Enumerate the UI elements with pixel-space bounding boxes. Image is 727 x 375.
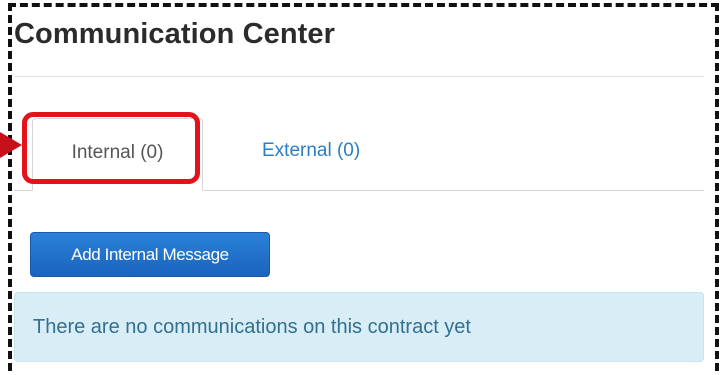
callout-arrow-icon bbox=[0, 132, 22, 158]
title-divider bbox=[14, 76, 704, 77]
empty-state-alert: There are no communications on this cont… bbox=[14, 292, 704, 362]
page-title: Communication Center bbox=[14, 18, 336, 50]
add-internal-message-button[interactable]: Add Internal Message bbox=[30, 232, 270, 277]
highlight-box bbox=[22, 112, 200, 184]
tab-external[interactable]: External (0) bbox=[262, 140, 360, 162]
